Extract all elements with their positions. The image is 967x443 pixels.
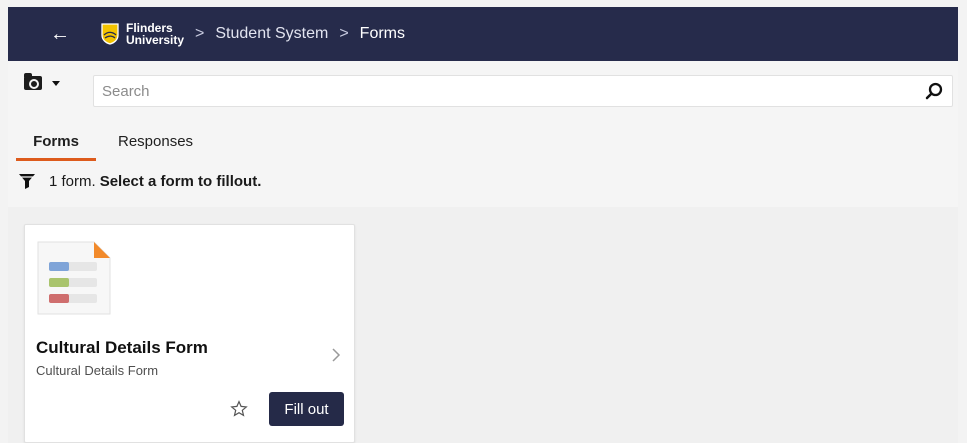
search-icon[interactable]	[924, 82, 944, 102]
breadcrumb-separator-icon: >	[195, 25, 205, 42]
forms-header: Search Forms Responses 1 form. Select a …	[8, 61, 958, 207]
star-icon[interactable]	[230, 400, 248, 418]
folder-icon	[24, 73, 42, 90]
form-document-icon	[37, 241, 111, 315]
search-placeholder: Search	[102, 83, 150, 100]
university-logo[interactable]: Flinders University	[100, 22, 184, 46]
folder-dropdown-button[interactable]	[24, 73, 60, 90]
breadcrumb-forms: Forms	[359, 25, 405, 42]
tab-responses[interactable]: Responses	[118, 130, 193, 161]
forms-list-area: Cultural Details Form Cultural Details F…	[8, 207, 958, 443]
fill-out-button[interactable]: Fill out	[269, 392, 344, 426]
form-tabs: Forms Responses	[16, 130, 193, 161]
search-input[interactable]: Search	[93, 75, 953, 107]
back-arrow-icon[interactable]: ←	[50, 24, 72, 44]
select-form-message: Select a form to fillout.	[99, 172, 262, 190]
chevron-right-icon[interactable]	[331, 347, 341, 363]
form-card[interactable]: Cultural Details Form Cultural Details F…	[24, 224, 355, 443]
funnel-icon[interactable]	[18, 172, 36, 190]
university-name-line-2: University	[126, 33, 185, 47]
shield-logo-icon	[101, 23, 119, 45]
breadcrumb-separator-icon: >	[339, 25, 349, 42]
university-name: Flinders University	[126, 22, 184, 46]
form-subtitle: Cultural Details Form	[36, 363, 159, 378]
breadcrumb-student-system[interactable]: Student System	[215, 25, 328, 43]
caret-down-icon	[52, 80, 60, 86]
form-count: 1 form.	[49, 172, 96, 190]
top-navigation-bar: ← Flinders University > Student System >…	[8, 7, 958, 61]
tab-forms[interactable]: Forms	[16, 130, 96, 161]
forms-summary: 1 form. Select a form to fillout.	[18, 172, 261, 190]
form-title: Cultural Details Form	[36, 338, 208, 357]
